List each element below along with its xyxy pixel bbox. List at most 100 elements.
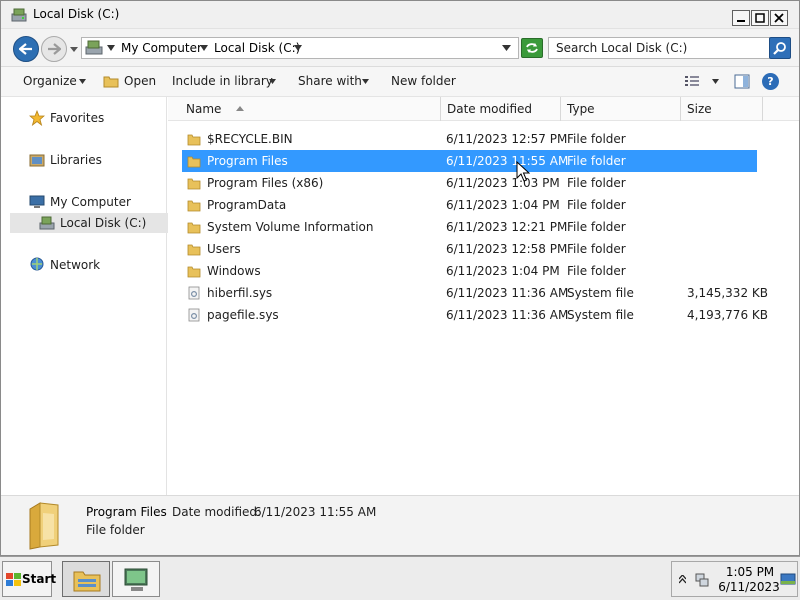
file-row[interactable]: Users 6/11/2023 12:58 PM File folder — [182, 238, 757, 260]
search-input[interactable]: Search Local Disk (C:) — [548, 37, 770, 59]
nav-local-disk-label: Local Disk (C:) — [60, 216, 147, 230]
address-history-dropdown-icon[interactable] — [502, 45, 511, 51]
column-header-type[interactable]: Type — [561, 97, 681, 121]
search-placeholder: Search Local Disk (C:) — [556, 41, 688, 55]
forward-button[interactable] — [41, 36, 67, 62]
navigation-pane: Favorites Libraries My Computer Local Di… — [1, 97, 168, 495]
folder-icon — [187, 178, 201, 190]
chevron-right-icon[interactable] — [107, 45, 115, 51]
column-header-name[interactable]: Name — [180, 97, 441, 121]
maximize-icon — [755, 13, 765, 23]
forward-arrow-icon — [48, 43, 61, 55]
preview-pane-icon[interactable] — [734, 74, 750, 89]
open-button[interactable]: Open — [124, 74, 156, 88]
file-date-modified: 6/11/2023 11:55 AM — [446, 154, 569, 168]
recent-pages-dropdown-icon[interactable] — [69, 44, 79, 54]
folder-icon — [187, 244, 201, 256]
drive-icon — [39, 216, 55, 230]
network-status-icon[interactable] — [694, 572, 710, 588]
file-list: Name Date modified Type Size $RECYCLE.BI… — [168, 97, 799, 495]
file-name: Program Files — [207, 154, 288, 168]
start-button[interactable]: Start — [2, 561, 56, 597]
folder-icon — [187, 222, 201, 234]
file-date-modified: 6/11/2023 12:58 PM — [446, 242, 568, 256]
file-type: System file — [567, 308, 634, 322]
drive-icon — [11, 8, 27, 22]
include-in-library-button[interactable]: Include in library — [172, 74, 273, 88]
star-icon — [29, 110, 45, 126]
file-row[interactable]: $RECYCLE.BIN 6/11/2023 12:57 PM File folde… — [182, 128, 757, 150]
clock-time[interactable]: 1:05 PM — [724, 565, 776, 579]
taskbar-explorer-button[interactable] — [62, 561, 110, 597]
file-row[interactable]: hiberfil.sys 6/11/2023 11:36 AM System fil… — [182, 282, 768, 304]
maximize-button[interactable] — [751, 10, 769, 26]
address-field[interactable]: My Computer Local Disk (C:) — [81, 37, 519, 59]
file-date-modified: 6/11/2023 1:04 PM — [446, 264, 560, 278]
file-type: File folder — [567, 242, 626, 256]
file-name: hiberfil.sys — [207, 286, 273, 300]
chevron-down-icon[interactable] — [269, 79, 276, 84]
column-header-name-label: Name — [186, 102, 222, 116]
back-arrow-icon — [19, 43, 32, 55]
taskbar: Start 1:05 PM 6/11/2023 — [0, 556, 800, 600]
nav-my-computer-label: My Computer — [50, 195, 131, 209]
refresh-icon — [526, 43, 538, 53]
nav-favorites-label: Favorites — [50, 111, 105, 125]
folder-icon — [187, 200, 201, 212]
file-date-modified: 6/11/2023 1:03 PM — [446, 176, 560, 190]
breadcrumb-local-disk[interactable]: Local Disk (C:) — [214, 41, 300, 55]
chevron-down-icon[interactable] — [712, 79, 719, 84]
show-desktop-icon[interactable] — [780, 571, 796, 587]
file-row[interactable]: Windows 6/11/2023 1:04 PM File folder — [182, 260, 757, 282]
search-icon — [773, 42, 786, 55]
chevron-down-icon[interactable] — [362, 79, 369, 84]
library-icon — [29, 154, 45, 167]
file-size: 4,193,776 KB — [687, 308, 768, 322]
search-button[interactable] — [769, 37, 791, 59]
breadcrumb-my-computer[interactable]: My Computer — [121, 41, 202, 55]
column-header-size[interactable]: Size — [681, 97, 763, 121]
organize-button[interactable]: Organize — [23, 74, 77, 88]
close-button[interactable] — [770, 10, 788, 26]
change-view-icon[interactable] — [684, 75, 700, 88]
folder-icon — [187, 266, 201, 278]
show-hidden-icons-icon[interactable] — [679, 575, 686, 584]
file-name: Windows — [207, 264, 261, 278]
file-row[interactable]: pagefile.sys 6/11/2023 11:36 AM System fil… — [182, 304, 768, 326]
column-header-date[interactable]: Date modified — [441, 97, 561, 121]
details-pane: Program Files Date modified: 6/11/2023 1… — [1, 495, 799, 555]
new-folder-button[interactable]: New folder — [391, 74, 456, 88]
minimize-icon — [737, 20, 745, 22]
chevron-down-icon[interactable] — [294, 45, 302, 51]
help-button[interactable]: ? — [762, 73, 779, 90]
folder-icon — [187, 134, 201, 146]
file-name: System Volume Information — [207, 220, 374, 234]
address-bar-area: My Computer Local Disk (C:) Search Local… — [1, 29, 799, 67]
taskbar-server-manager-button[interactable] — [112, 561, 160, 597]
open-folder-icon[interactable] — [103, 75, 119, 88]
file-date-modified: 6/11/2023 12:21 PM — [446, 220, 568, 234]
refresh-button[interactable] — [521, 38, 543, 58]
file-row[interactable]: ProgramData 6/11/2023 1:04 PM File folder — [182, 194, 757, 216]
file-date-modified: 6/11/2023 12:57 PM — [446, 132, 568, 146]
windows-logo-icon — [6, 573, 21, 586]
file-row[interactable]: System Volume Information 6/11/2023 12:21… — [182, 216, 757, 238]
file-date-modified: 6/11/2023 1:04 PM — [446, 198, 560, 212]
file-type: File folder — [567, 176, 626, 190]
file-name: pagefile.sys — [207, 308, 279, 322]
back-button[interactable] — [13, 36, 39, 62]
clock-date[interactable]: 6/11/2023 — [718, 580, 780, 594]
file-type: File folder — [567, 220, 626, 234]
nav-network-label: Network — [50, 258, 101, 272]
file-row[interactable]: Program Files (x86) 6/11/2023 1:03 PM File… — [182, 172, 757, 194]
minimize-button[interactable] — [732, 10, 750, 26]
details-modified-value: 6/11/2023 11:55 AM — [254, 505, 377, 519]
chevron-down-icon[interactable] — [200, 45, 208, 51]
chevron-down-icon[interactable] — [79, 79, 86, 84]
computer-management-icon — [124, 568, 148, 591]
sort-ascending-icon — [236, 106, 244, 111]
title-bar[interactable]: Local Disk (C:) — [1, 1, 799, 29]
share-with-button[interactable]: Share with — [298, 74, 362, 88]
file-type: File folder — [567, 132, 626, 146]
file-row[interactable]: Program Files 6/11/2023 11:55 AM File fold… — [182, 150, 757, 172]
